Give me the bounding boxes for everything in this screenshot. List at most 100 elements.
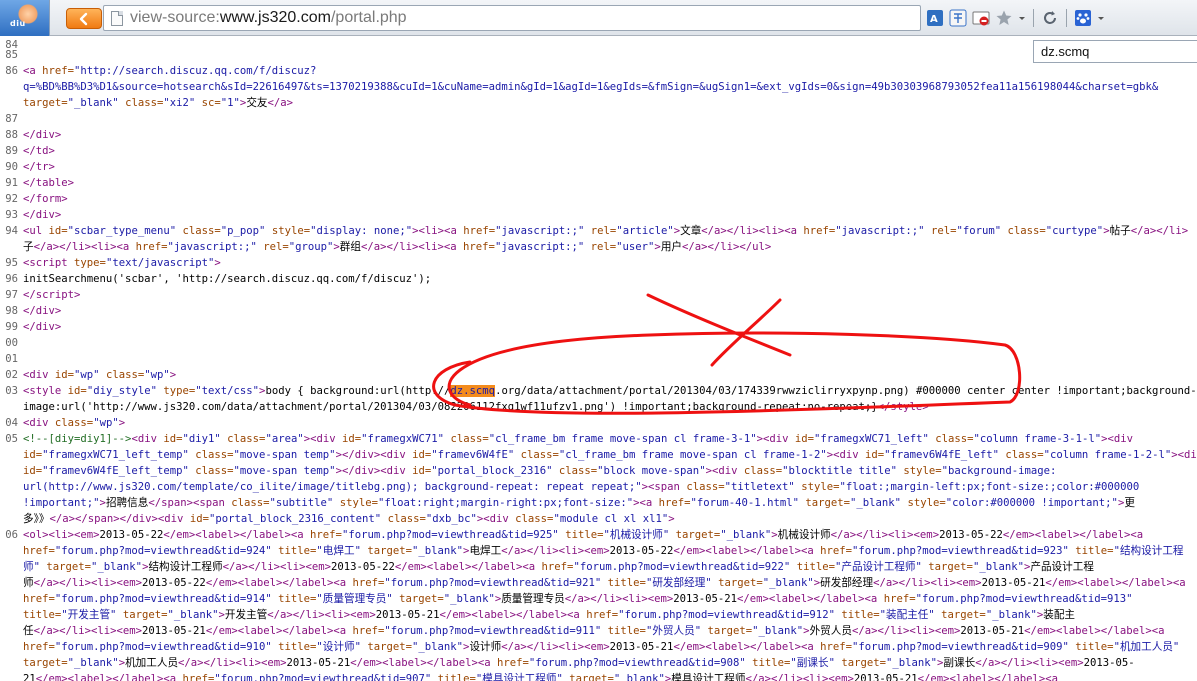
- find-input[interactable]: dz.scmq: [1033, 40, 1197, 63]
- line-code: </script>: [23, 289, 81, 301]
- line-code: initSearchmenu('scbar', 'http://search.d…: [23, 273, 432, 285]
- source-line: 95 <script type="text/javascript">: [0, 255, 1197, 271]
- line-number: 92: [5, 193, 18, 205]
- line-code: <!--[diy=diy1]--><div id="diy1" class="a…: [23, 433, 1133, 445]
- source-line: 92 </form>: [0, 191, 1197, 207]
- source-line: 88 </div>: [0, 127, 1197, 143]
- source-line: 03 <style id="diy_style" type="text/css">…: [0, 383, 1197, 399]
- source-line: 98 </div>: [0, 303, 1197, 319]
- line-code: </div>: [23, 129, 62, 141]
- svg-text:A: A: [930, 14, 938, 25]
- line-code: </div>: [23, 321, 62, 333]
- line-code: <ul id="scbar_type_menu" class="p_pop" s…: [23, 225, 1189, 237]
- line-number: 93: [5, 209, 18, 221]
- line-code: image:url('http://www.js320.com/data/att…: [23, 401, 929, 413]
- source-line: image:url('http://www.js320.com/data/att…: [0, 399, 1197, 415]
- source-line: q=%BD%BB%D3%D1&source=hotsearch&sId=2261…: [0, 79, 1197, 95]
- url-scheme: view-source:: [130, 9, 220, 26]
- line-number: 97: [5, 289, 18, 301]
- translate-zh-icon[interactable]: [949, 9, 967, 27]
- line-number: 05: [5, 433, 18, 445]
- toolbar-separator: [1033, 9, 1034, 27]
- line-number: 04: [5, 417, 18, 429]
- line-code: 多》》</a></span></div><div id="portal_bloc…: [23, 513, 675, 525]
- line-number: 91: [5, 177, 18, 189]
- source-line: 04 <div class="wp">: [0, 415, 1197, 431]
- bookmark-star-icon[interactable]: [995, 9, 1013, 27]
- line-number: 87: [5, 113, 18, 125]
- line-number: 99: [5, 321, 18, 333]
- source-line: 86 <a href="http://search.discuz.qq.com/f…: [0, 63, 1197, 79]
- avatar-label: diu: [10, 19, 26, 28]
- url-path: /portal.php: [330, 9, 407, 26]
- source-line: 师" target="_blank">结构设计工程师</a></li><li><…: [0, 559, 1197, 575]
- line-number: 03: [5, 385, 18, 397]
- source-line: 93 </div>: [0, 207, 1197, 223]
- source-line: 85: [0, 47, 1197, 63]
- source-line: href="forum.php?mod=viewthread&tid=910" …: [0, 639, 1197, 655]
- line-number: 89: [5, 145, 18, 157]
- line-code: <a href="http://search.discuz.qq.com/f/d…: [23, 65, 317, 77]
- line-code: target="_blank" class="xi2" sc="1">交友</a…: [23, 97, 294, 109]
- source-view: 84 85 86 <a href="http://search.discuz.qq.c…: [0, 37, 1197, 681]
- line-code: 师</a></li><li><em>2013-05-22</em><label>…: [23, 577, 1186, 589]
- line-code: <script type="text/javascript">: [23, 257, 221, 269]
- source-line: 91 </table>: [0, 175, 1197, 191]
- line-number: 00: [5, 337, 18, 349]
- line-number: 90: [5, 161, 18, 173]
- line-code: href="forum.php?mod=viewthread&tid=910" …: [23, 641, 1180, 653]
- line-code: q=%BD%BB%D3%D1&source=hotsearch&sId=2261…: [23, 81, 1159, 93]
- source-line: href="forum.php?mod=viewthread&tid=914" …: [0, 591, 1197, 607]
- source-line: 师</a></li><li><em>2013-05-22</em><label>…: [0, 575, 1197, 591]
- line-code: id="framev6W4fE_left_temp" class="move-s…: [23, 465, 1057, 477]
- source-line: id="framev6W4fE_left_temp" class="move-s…: [0, 463, 1197, 479]
- source-line: title="开发主管" target="_blank">开发主管</a></l…: [0, 607, 1197, 623]
- line-code: <div class="wp">: [23, 417, 126, 429]
- line-code: 子</a></li><li><a href="javascript:;" rel…: [23, 241, 772, 253]
- source-line: 94 <ul id="scbar_type_menu" class="p_pop"…: [0, 223, 1197, 239]
- line-code: id="framegxWC71_left_temp" class="move-s…: [23, 449, 1197, 461]
- toolbar-icons: A: [926, 9, 1105, 27]
- line-code: <div id="wp" class="wp">: [23, 369, 177, 381]
- paw-icon[interactable]: [1074, 9, 1092, 27]
- line-number: 02: [5, 369, 18, 381]
- source-line: 21</em><label></label><a href="forum.php…: [0, 671, 1197, 681]
- adblock-icon[interactable]: [972, 9, 990, 27]
- line-number: 94: [5, 225, 18, 237]
- browser-menu-avatar[interactable]: diu: [0, 0, 50, 36]
- line-code: title="开发主管" target="_blank">开发主管</a></l…: [23, 609, 1076, 621]
- source-line: 任</a></li><li><em>2013-05-21</em><label>…: [0, 623, 1197, 639]
- url-domain: www.js320.com: [219, 9, 331, 26]
- line-code: 师" target="_blank">结构设计工程师</a></li><li><…: [23, 561, 1094, 573]
- source-line: 87: [0, 111, 1197, 127]
- back-arrow-icon: [79, 12, 88, 25]
- source-line: 00: [0, 335, 1197, 351]
- line-code: </form>: [23, 193, 68, 205]
- source-line: 06 <ol><li><em>2013-05-22</em><label></la…: [0, 527, 1197, 543]
- line-number: 01: [5, 353, 18, 365]
- address-bar[interactable]: view-source:www.js320.com/portal.php: [103, 5, 921, 31]
- source-line: 02 <div id="wp" class="wp">: [0, 367, 1197, 383]
- source-line: !important;">招聘信息</span><span class="sub…: [0, 495, 1197, 511]
- line-number: 06: [5, 529, 18, 541]
- source-line: 97 </script>: [0, 287, 1197, 303]
- line-code: url(http://www.js320.com/template/co_ili…: [23, 481, 1140, 493]
- back-button[interactable]: [66, 8, 102, 29]
- line-code: </td>: [23, 145, 55, 157]
- toolbar-separator: [1066, 9, 1067, 27]
- line-code: <ol><li><em>2013-05-22</em><label></labe…: [23, 529, 1144, 541]
- source-line: 99 </div>: [0, 319, 1197, 335]
- dropdown-icon[interactable]: [1097, 9, 1105, 27]
- line-number: 98: [5, 305, 18, 317]
- source-line: 01: [0, 351, 1197, 367]
- source-line: target="_blank" class="xi2" sc="1">交友</a…: [0, 95, 1197, 111]
- dropdown-icon[interactable]: [1018, 9, 1026, 27]
- source-line: target="_blank">机加工人员</a></li><li><em>20…: [0, 655, 1197, 671]
- reload-icon[interactable]: [1041, 9, 1059, 27]
- source-line: id="framegxWC71_left_temp" class="move-s…: [0, 447, 1197, 463]
- source-line: 05 <!--[diy=diy1]--><div id="diy1" class=…: [0, 431, 1197, 447]
- line-code: </div>: [23, 209, 62, 221]
- line-code: href="forum.php?mod=viewthread&tid=914" …: [23, 593, 1133, 605]
- translate-icon[interactable]: A: [926, 9, 944, 27]
- line-code: 任</a></li><li><em>2013-05-21</em><label>…: [23, 625, 1165, 637]
